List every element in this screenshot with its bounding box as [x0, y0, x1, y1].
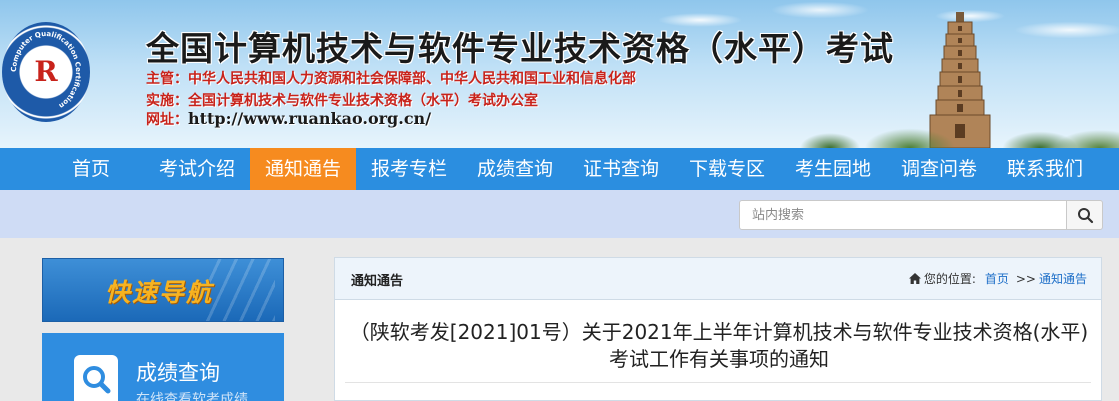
- nav-item-home[interactable]: 首页: [38, 148, 144, 190]
- score-card-subtitle: 在线查看软考成绩: [136, 392, 248, 401]
- trees-illustration: [790, 104, 1119, 148]
- website-line: 网址：http://www.ruankao.org.cn/: [146, 109, 431, 129]
- notice-panel: 通知通告 您的位置: 首页 >> 通知通告 （陕软考发[2021]01号）关于2…: [334, 257, 1102, 401]
- search-icon: [1078, 208, 1094, 224]
- nav-item-exam-intro[interactable]: 考试介绍: [144, 148, 250, 190]
- sponsor-label: 主管：: [146, 71, 188, 87]
- breadcrumb-current-link[interactable]: 通知通告: [1039, 270, 1087, 287]
- website-url[interactable]: http://www.ruankao.org.cn/: [188, 109, 431, 128]
- home-icon: [908, 273, 921, 284]
- score-card-title: 成绩查询: [136, 361, 220, 385]
- nav-item-contact[interactable]: 联系我们: [992, 148, 1098, 190]
- organizer-value: 全国计算机技术与软件专业技术资格（水平）考试办公室: [188, 93, 538, 109]
- nav-item-downloads[interactable]: 下载专区: [674, 148, 780, 190]
- article-title: （陕软考发[2021]01号）关于2021年上半年计算机技术与软件专业技术资格(…: [349, 320, 1089, 371]
- header-banner: Computer Qualification Certification R 全…: [0, 0, 1119, 148]
- breadcrumb-prefix: 您的位置:: [923, 272, 976, 286]
- quick-nav-banner[interactable]: 快速导航: [42, 258, 284, 322]
- site-search-input[interactable]: [739, 200, 1067, 230]
- magnifier-document-icon: [74, 355, 118, 401]
- quick-nav-decoration: [205, 259, 275, 321]
- score-query-card[interactable]: 成绩查询 在线查看软考成绩: [42, 333, 284, 401]
- main-nav: 首页 考试介绍 通知通告 报考专栏 成绩查询 证书查询 下载专区 考生园地 调查…: [0, 148, 1119, 190]
- search-button[interactable]: [1066, 200, 1103, 230]
- organizer-line: 实施：全国计算机技术与软件专业技术资格（水平）考试办公室: [146, 90, 538, 110]
- panel-title: 通知通告: [351, 274, 404, 289]
- nav-item-survey[interactable]: 调查问卷: [886, 148, 992, 190]
- nav-item-certificates[interactable]: 证书查询: [568, 148, 674, 190]
- site-title: 全国计算机技术与软件专业技术资格（水平）考试: [146, 29, 894, 68]
- panel-header: 通知通告 您的位置: 首页 >> 通知通告: [335, 258, 1101, 300]
- website-label: 网址：: [146, 112, 188, 128]
- site-logo[interactable]: Computer Qualification Certification R: [2, 22, 90, 122]
- sponsor-line: 主管：中华人民共和国人力资源和社会保障部、中华人民共和国工业和信息化部: [146, 68, 636, 88]
- breadcrumb: 您的位置: 首页 >> 通知通告: [908, 270, 1087, 287]
- nav-item-candidates[interactable]: 考生园地: [780, 148, 886, 190]
- breadcrumb-home-link[interactable]: 首页: [985, 270, 1009, 287]
- breadcrumb-separator: >>: [1015, 271, 1036, 286]
- nav-item-registration[interactable]: 报考专栏: [356, 148, 462, 190]
- logo-monogram: R: [34, 55, 58, 88]
- organizer-label: 实施：: [146, 93, 188, 109]
- quick-nav-label: 快速导航: [105, 278, 214, 307]
- nav-item-notices[interactable]: 通知通告: [250, 148, 356, 190]
- sponsor-value: 中华人民共和国人力资源和社会保障部、中华人民共和国工业和信息化部: [188, 71, 636, 87]
- title-divider: [345, 382, 1091, 383]
- nav-item-scores[interactable]: 成绩查询: [462, 148, 568, 190]
